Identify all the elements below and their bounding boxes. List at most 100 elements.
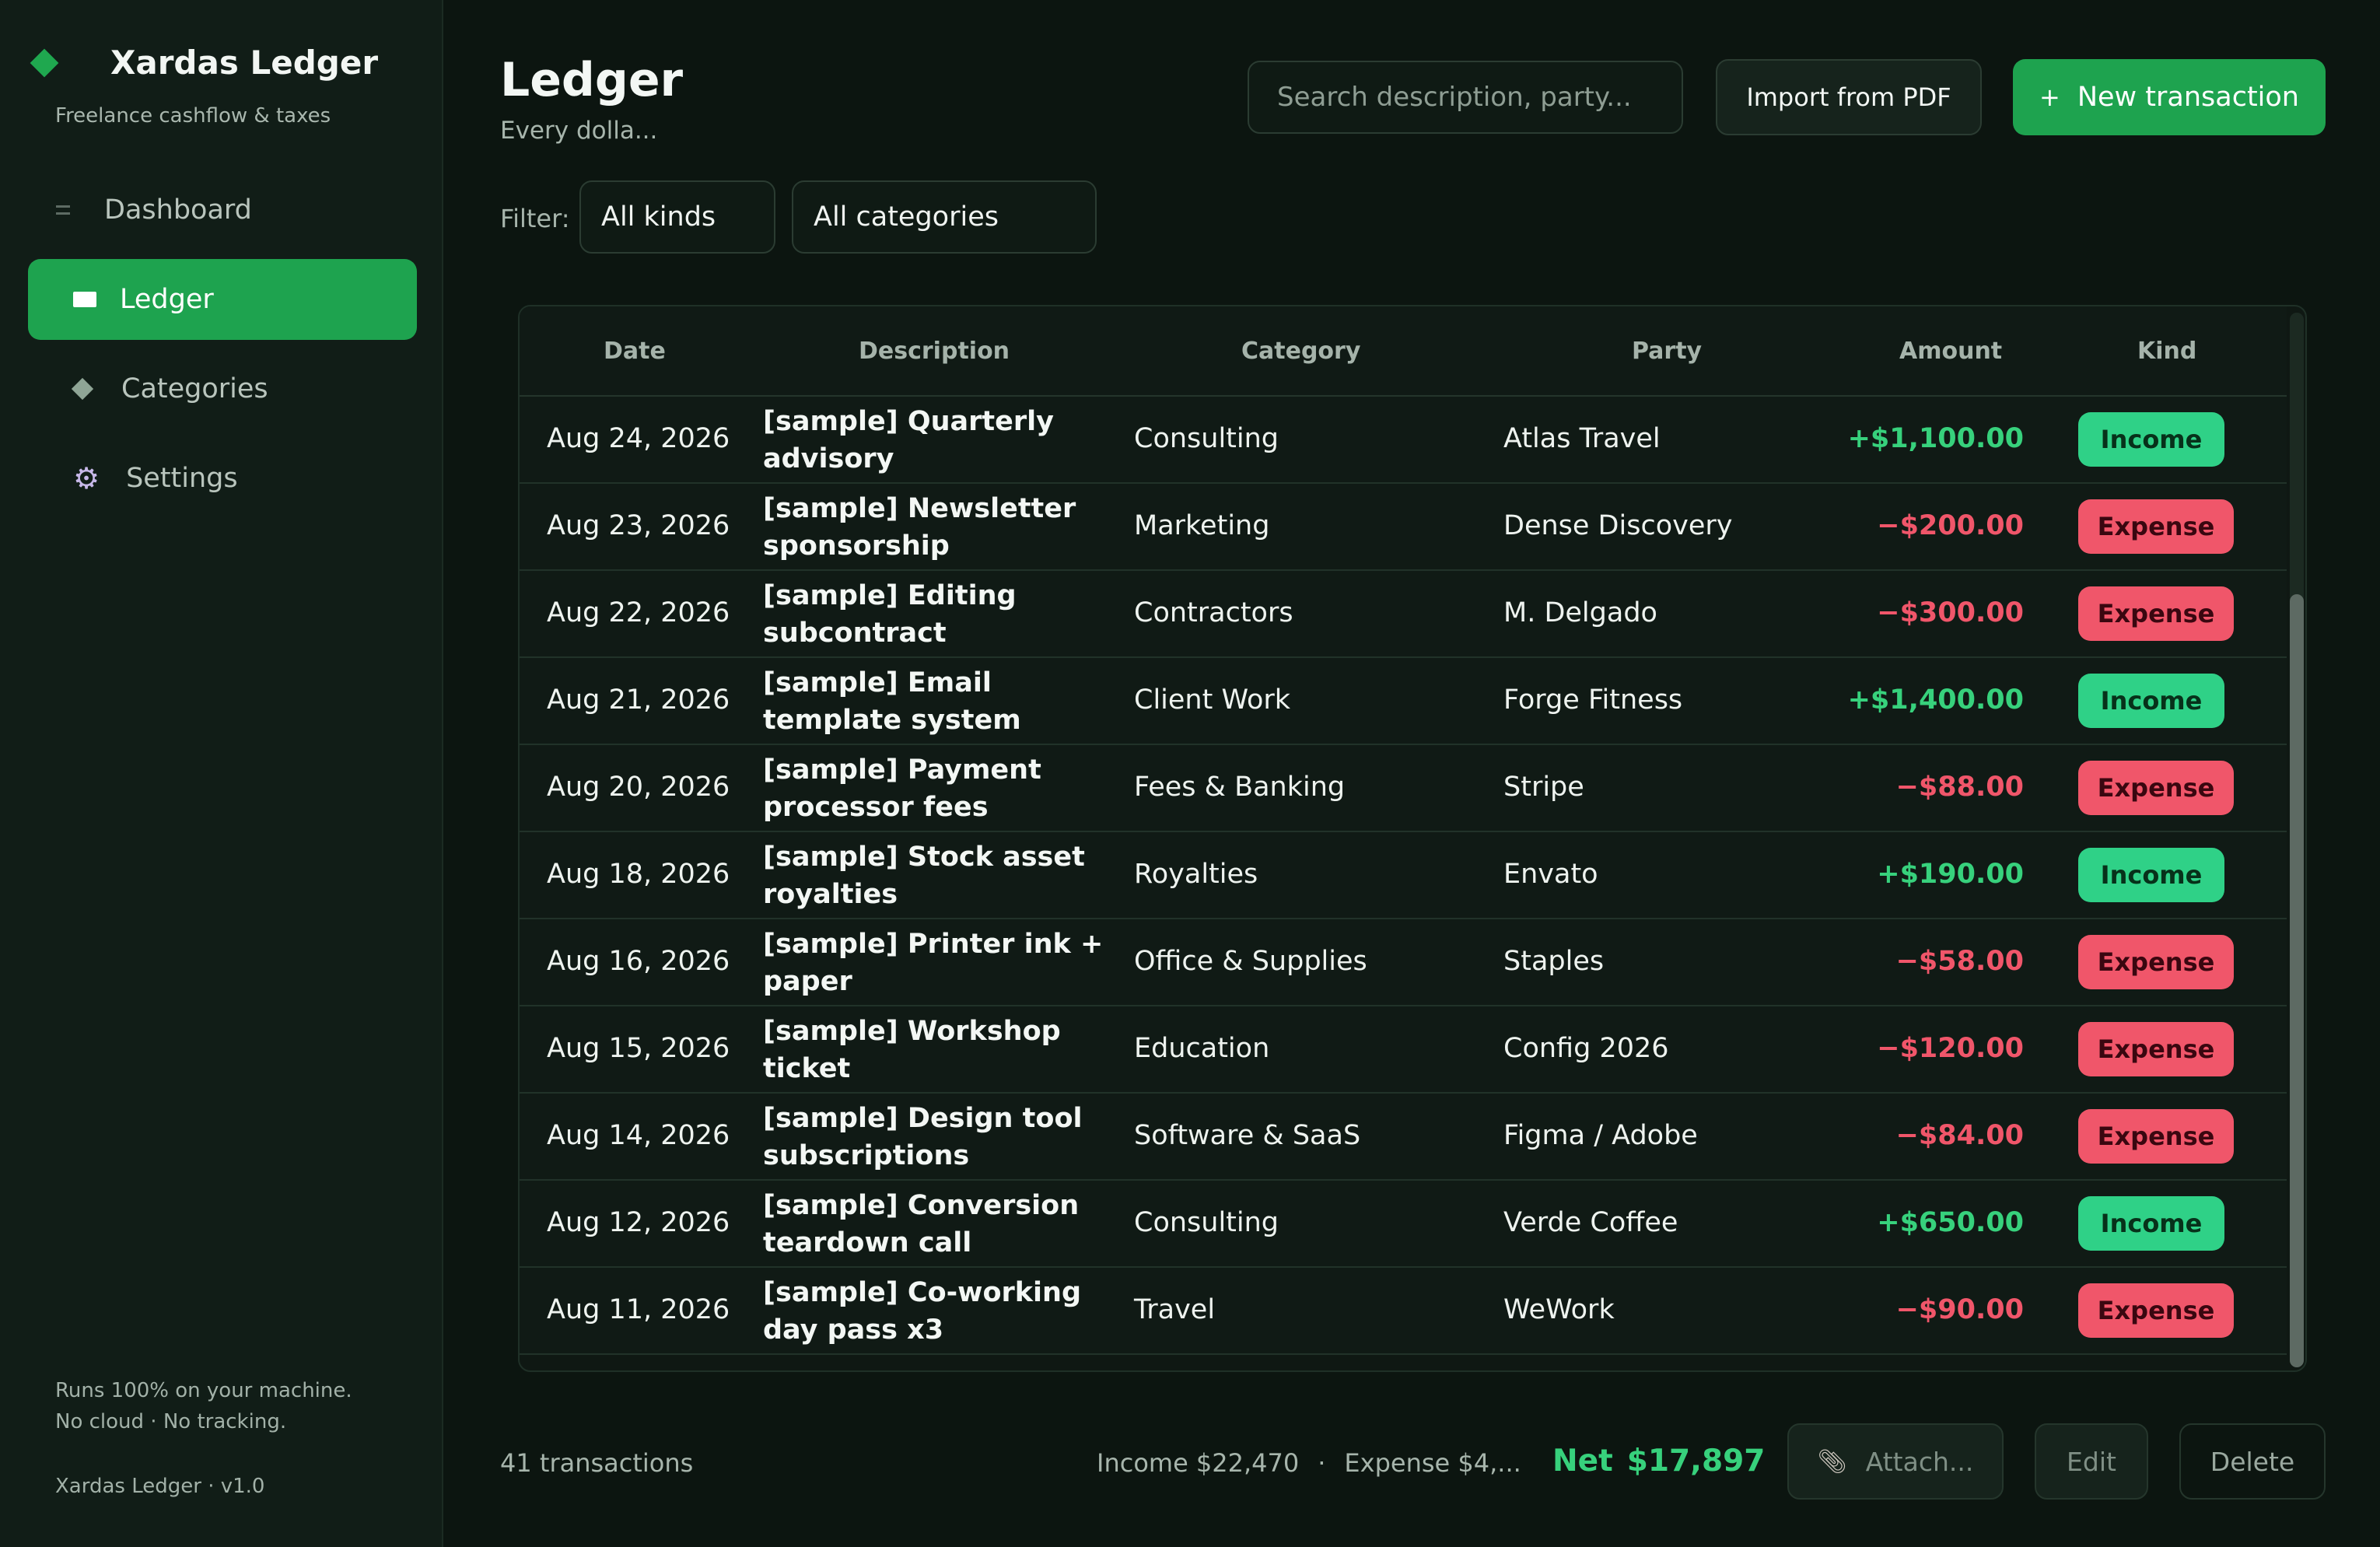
delete-button[interactable]: Delete [2179,1423,2326,1500]
cell-date: Aug 22, 2026 [547,597,730,628]
sidebar-item-ledger[interactable]: Ledger [28,259,417,340]
ledger-icon [73,292,96,307]
table-row[interactable]: Aug 23, 2026 [sample] Newsletter sponsors… [520,484,2287,571]
cell-amount: +$1,400.00 [1847,684,2024,716]
kind-badge: Expense [2078,761,2234,815]
cell-party: Stripe [1503,772,1584,803]
cell-category: Education [1134,1033,1270,1064]
import-pdf-button[interactable]: Import from PDF [1716,59,1982,135]
table-row[interactable]: Aug 21, 2026 [sample] Email template syst… [520,658,2287,745]
cell-description: [sample] Workshop ticket [763,1016,1061,1084]
table-row[interactable]: Aug 20, 2026 [sample] Payment processor f… [520,745,2287,832]
cell-description: [sample] Editing subcontract [763,580,1017,649]
kind-badge: Expense [2078,499,2234,554]
table-row[interactable]: Aug 15, 2026 [sample] Workshop ticket Educ… [520,1006,2287,1094]
page-subtitle: Every dolla... [500,117,658,145]
search-input[interactable]: Search description, party... [1248,61,1683,134]
cell-party: WeWork [1503,1294,1615,1325]
cell-description: [sample] Payment processor fees [763,754,1041,823]
kind-badge: Income [2078,848,2224,902]
column-header-description[interactable]: Description [859,338,1010,365]
cell-amount: −$58.00 [1895,946,2024,977]
table-scrollbar-thumb[interactable] [2290,594,2304,1367]
sidebar-item-dashboard[interactable]: Dashboard [28,170,417,250]
transactions-table: Date Description Category Party Amount K… [518,305,2307,1372]
cell-date: Aug 11, 2026 [547,1294,730,1325]
cell-category: Software & SaaS [1134,1120,1361,1151]
brand: Xardas Ledger [30,44,378,82]
cell-party: Atlas Travel [1503,423,1661,454]
column-header-amount[interactable]: Amount [1899,338,2002,365]
kind-badge: Expense [2078,1283,2234,1338]
sidebar-nav: Dashboard Ledger Categories ⚙ Settings [28,170,417,527]
table-row[interactable]: Aug 16, 2026 [sample] Printer ink + paper… [520,919,2287,1006]
table-row[interactable]: Aug 11, 2026 [sample] Co-working day pass… [520,1268,2287,1355]
new-transaction-button[interactable]: + New transaction [2013,59,2326,135]
table-row[interactable]: Aug 22, 2026 [sample] Editing subcontract… [520,571,2287,658]
cell-date: Aug 24, 2026 [547,423,730,454]
cell-description: [sample] Printer ink + paper [763,929,1104,997]
sidebar-item-label: Ledger [120,284,214,315]
sidebar-item-settings[interactable]: ⚙ Settings [28,438,417,519]
cell-party: Envato [1503,859,1598,890]
category-filter-select[interactable]: All categories [792,180,1097,254]
sidebar-item-categories[interactable]: Categories [28,348,417,429]
net-total: Net $17,897 [1552,1444,1765,1479]
cell-amount: +$650.00 [1877,1207,2024,1238]
table-row[interactable]: Aug 12, 2026 [sample] Conversion teardown… [520,1181,2287,1268]
totals-summary: Income $22,470 · Expense $4,... [1097,1448,1521,1478]
attach-button[interactable]: 📎︎ Attach... [1787,1423,2004,1500]
kind-badge: Expense [2078,935,2234,989]
edit-button[interactable]: Edit [2035,1423,2148,1500]
logo-diamond-icon [30,48,59,77]
column-header-category[interactable]: Category [1241,338,1360,365]
app-name: Xardas Ledger [110,44,379,82]
kind-filter-select[interactable]: All kinds [579,180,775,254]
cell-category: Travel [1134,1294,1216,1325]
cell-party: Dense Discovery [1503,510,1733,541]
cell-category: Marketing [1134,510,1270,541]
cell-date: Aug 21, 2026 [547,684,730,716]
table-row[interactable]: Aug 14, 2026 [sample] Design tool subscri… [520,1094,2287,1181]
cell-category: Client Work [1134,684,1291,716]
cell-date: Aug 20, 2026 [547,772,730,803]
cell-amount: +$190.00 [1877,859,2024,890]
cell-category: Royalties [1134,859,1258,890]
page-title: Ledger [500,53,684,107]
kind-badge: Expense [2078,1109,2234,1164]
cell-category: Fees & Banking [1134,772,1346,803]
search-placeholder: Search description, party... [1277,82,1632,113]
cell-party: Config 2026 [1503,1033,1669,1064]
sidebar-item-label: Dashboard [104,194,252,226]
dashboard-icon [56,205,70,215]
cell-party: Staples [1503,946,1605,977]
column-header-party[interactable]: Party [1632,338,1702,365]
kind-badge: Income [2078,674,2224,728]
privacy-note-line2: No cloud · No tracking. [55,1410,287,1433]
cell-date: Aug 12, 2026 [547,1207,730,1238]
plus-icon: + [2039,82,2060,112]
cell-description: [sample] Quarterly advisory [763,406,1054,474]
column-header-date[interactable]: Date [604,338,666,365]
cell-amount: −$88.00 [1895,772,2024,803]
cell-party: Figma / Adobe [1503,1120,1698,1151]
table-body: Aug 24, 2026 [sample] Quarterly advisory C… [520,397,2287,1355]
new-transaction-label: New transaction [2077,82,2299,113]
cell-amount: −$90.00 [1895,1294,2024,1325]
cell-date: Aug 15, 2026 [547,1033,730,1064]
net-label: Net [1552,1444,1613,1479]
cell-date: Aug 14, 2026 [547,1120,730,1151]
net-value: $17,897 [1626,1444,1766,1479]
sidebar-item-label: Categories [121,373,268,404]
cell-amount: −$300.00 [1877,597,2024,628]
income-total: Income $22,470 [1097,1448,1300,1478]
cell-description: [sample] Stock asset royalties [763,842,1085,910]
filter-label: Filter: [500,204,570,233]
table-row[interactable]: Aug 24, 2026 [sample] Quarterly advisory C… [520,397,2287,484]
sidebar: Xardas Ledger Freelance cashflow & taxes… [0,0,443,1547]
table-row[interactable]: Aug 18, 2026 [sample] Stock asset royalti… [520,832,2287,919]
version-label: Xardas Ledger · v1.0 [55,1475,265,1498]
cell-amount: −$84.00 [1895,1120,2024,1151]
column-header-kind[interactable]: Kind [2137,338,2196,365]
transaction-count: 41 transactions [500,1448,694,1478]
